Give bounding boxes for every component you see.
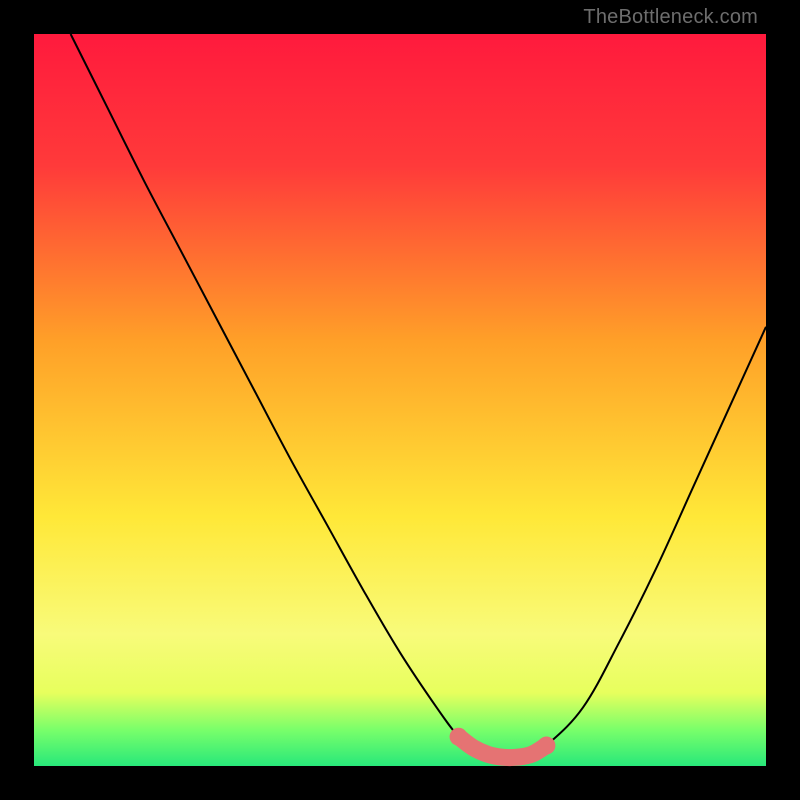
bottleneck-curve-line xyxy=(71,34,766,758)
flat-min-dot xyxy=(537,737,555,755)
flat-min-marker-group xyxy=(450,728,556,758)
attribution-label: TheBottleneck.com xyxy=(583,6,758,29)
flat-min-dot xyxy=(450,728,468,746)
flat-min-rope xyxy=(459,737,547,758)
bottleneck-svg xyxy=(34,34,766,766)
chart-frame: TheBottleneck.com xyxy=(0,0,800,800)
chart-plot-area xyxy=(34,34,766,766)
